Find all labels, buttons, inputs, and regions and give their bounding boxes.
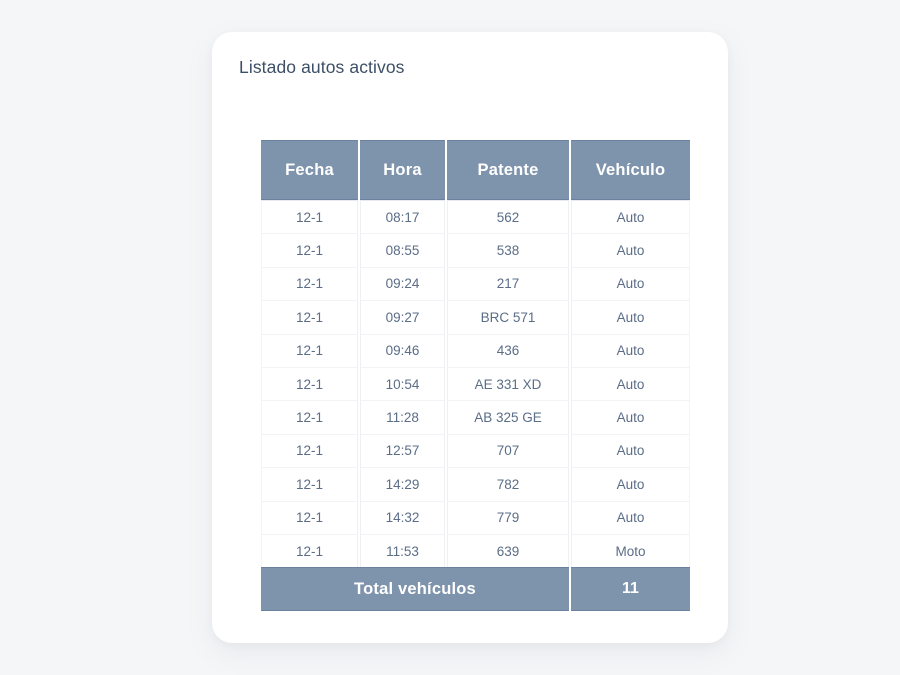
table-row[interactable]: 12-1 10:54 AE 331 XD Auto: [261, 366, 690, 401]
table-footer: Total vehículos 11: [261, 567, 690, 612]
cell-vehiculo: Auto: [571, 266, 690, 301]
cell-hora: 08:17: [360, 200, 445, 234]
page-title: Listado autos activos: [239, 57, 405, 77]
cell-patente: AB 325 GE: [447, 400, 569, 434]
column-header-vehiculo[interactable]: Vehículo: [571, 140, 690, 200]
cell-fecha: 12-1: [261, 433, 358, 468]
total-label: Total vehículos: [261, 567, 569, 612]
cell-hora: 08:55: [360, 233, 445, 267]
vehicles-card: Listado autos activos Fecha Hora Patente…: [212, 32, 728, 643]
cell-vehiculo: Auto: [571, 500, 690, 534]
table-row[interactable]: 12-1 09:46 436 Auto: [261, 333, 690, 367]
cell-vehiculo: Auto: [571, 467, 690, 501]
table-row[interactable]: 12-1 14:29 782 Auto: [261, 467, 690, 501]
cell-fecha: 12-1: [261, 366, 358, 401]
cell-patente: 436: [447, 333, 569, 367]
table-row[interactable]: 12-1 14:32 779 Auto: [261, 500, 690, 534]
table-header-row: Fecha Hora Patente Vehículo: [261, 140, 690, 200]
cell-vehiculo: Moto: [571, 533, 690, 568]
cell-fecha: 12-1: [261, 333, 358, 367]
table-row[interactable]: 12-1 11:28 AB 325 GE Auto: [261, 400, 690, 434]
vehicles-table-container: Fecha Hora Patente Vehículo 12-1 08:17 562…: [259, 140, 690, 612]
vehicles-table: Fecha Hora Patente Vehículo 12-1 08:17 562…: [259, 140, 692, 612]
cell-vehiculo: Auto: [571, 233, 690, 267]
cell-vehiculo: Auto: [571, 400, 690, 434]
table-header: Fecha Hora Patente Vehículo: [261, 140, 690, 200]
cell-fecha: 12-1: [261, 266, 358, 301]
cell-hora: 11:53: [360, 533, 445, 568]
table-row[interactable]: 12-1 08:55 538 Auto: [261, 233, 690, 267]
cell-vehiculo: Auto: [571, 366, 690, 401]
cell-patente: 639: [447, 533, 569, 568]
table-row[interactable]: 12-1 12:57 707 Auto: [261, 433, 690, 468]
cell-fecha: 12-1: [261, 300, 358, 334]
cell-vehiculo: Auto: [571, 333, 690, 367]
cell-vehiculo: Auto: [571, 200, 690, 234]
table-row[interactable]: 12-1 09:24 217 Auto: [261, 266, 690, 301]
cell-fecha: 12-1: [261, 500, 358, 534]
cell-hora: 10:54: [360, 366, 445, 401]
cell-patente: 217: [447, 266, 569, 301]
cell-fecha: 12-1: [261, 233, 358, 267]
cell-patente: 782: [447, 467, 569, 501]
cell-hora: 14:32: [360, 500, 445, 534]
cell-patente: 562: [447, 200, 569, 234]
total-row: Total vehículos 11: [261, 567, 690, 612]
column-header-hora[interactable]: Hora: [360, 140, 445, 200]
cell-fecha: 12-1: [261, 533, 358, 568]
cell-vehiculo: Auto: [571, 300, 690, 334]
cell-patente: 779: [447, 500, 569, 534]
total-value: 11: [571, 567, 690, 612]
cell-hora: 12:57: [360, 433, 445, 468]
cell-fecha: 12-1: [261, 200, 358, 234]
cell-hora: 09:46: [360, 333, 445, 367]
cell-hora: 14:29: [360, 467, 445, 501]
column-header-fecha[interactable]: Fecha: [261, 140, 358, 200]
cell-patente: BRC 571: [447, 300, 569, 334]
cell-hora: 09:24: [360, 266, 445, 301]
table-row[interactable]: 12-1 11:53 639 Moto: [261, 533, 690, 568]
cell-patente: 538: [447, 233, 569, 267]
table-row[interactable]: 12-1 09:27 BRC 571 Auto: [261, 300, 690, 334]
table-body: 12-1 08:17 562 Auto 12-1 08:55 538 Auto 12-1 09:2…: [261, 200, 690, 568]
cell-fecha: 12-1: [261, 400, 358, 434]
cell-fecha: 12-1: [261, 467, 358, 501]
cell-hora: 09:27: [360, 300, 445, 334]
cell-vehiculo: Auto: [571, 433, 690, 468]
table-row[interactable]: 12-1 08:17 562 Auto: [261, 200, 690, 234]
cell-patente: 707: [447, 433, 569, 468]
cell-hora: 11:28: [360, 400, 445, 434]
column-header-patente[interactable]: Patente: [447, 140, 569, 200]
cell-patente: AE 331 XD: [447, 366, 569, 401]
